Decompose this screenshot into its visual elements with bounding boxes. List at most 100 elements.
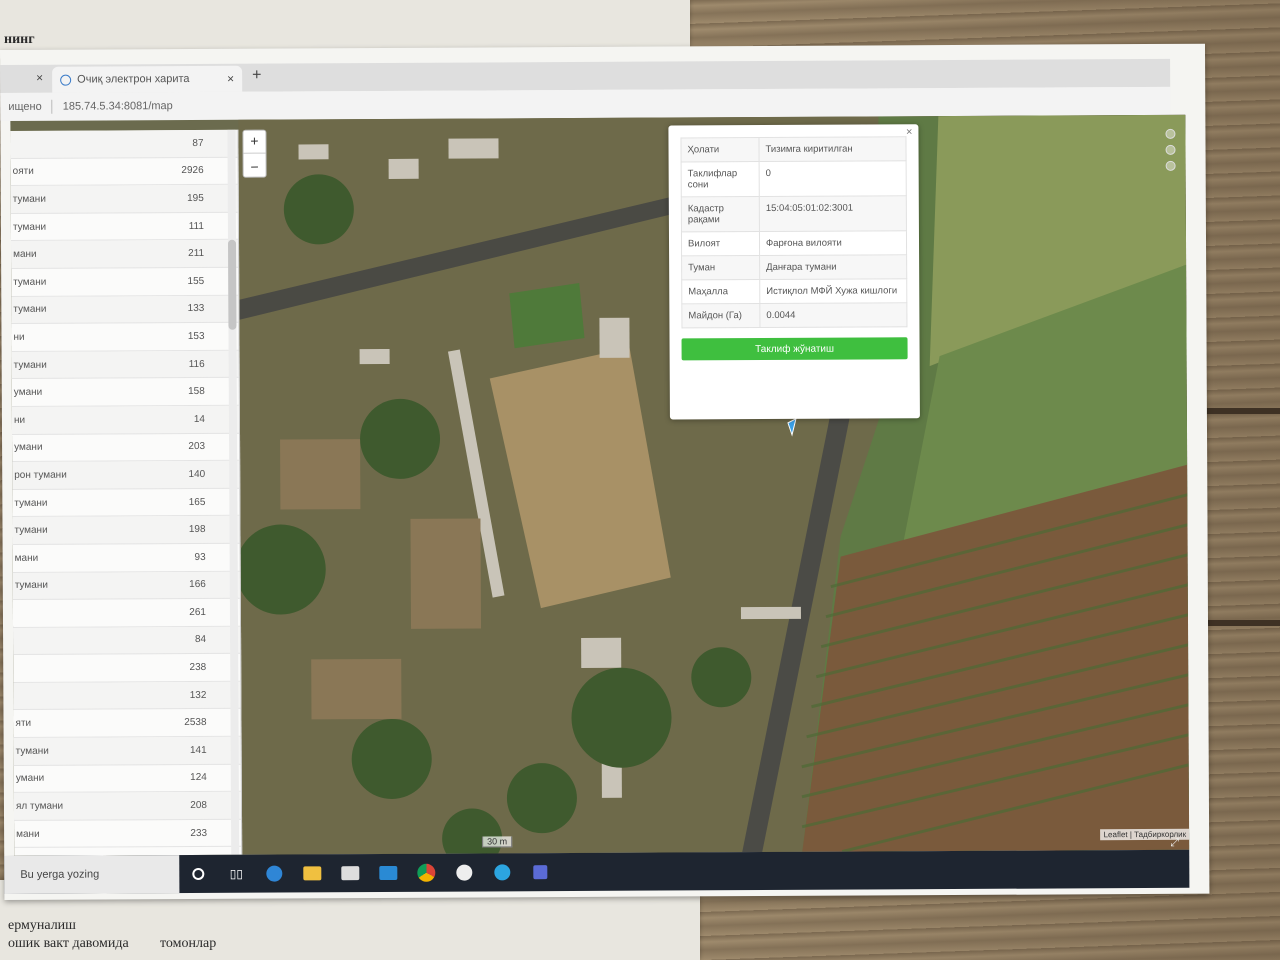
district-name: умани (14, 442, 43, 454)
district-row[interactable]: яти 2538 (13, 709, 241, 739)
district-row[interactable]: тумани 195 (10, 184, 238, 214)
district-row[interactable]: ояти 2926 (10, 157, 238, 187)
district-row[interactable]: тумани 116 (11, 350, 239, 380)
tab-map[interactable]: Очиқ электрон харита × (52, 65, 243, 93)
cortana-icon[interactable] (179, 855, 217, 893)
district-row[interactable]: мани 211 (11, 240, 239, 269)
district-row[interactable]: тумани 141 (13, 736, 241, 766)
district-count: 198 (188, 524, 206, 536)
district-row[interactable]: тумани 198 (12, 516, 240, 545)
file-explorer-icon[interactable] (293, 854, 331, 892)
map-layer-controls[interactable] (1165, 128, 1179, 171)
district-row[interactable]: рон тумани 140 (12, 460, 240, 490)
parcel-info-key: Ҳолати (680, 137, 760, 162)
url-text[interactable]: 185.74.5.34:8081/map (63, 100, 173, 113)
district-row[interactable]: ни 14 (11, 405, 240, 435)
district-row[interactable]: тумани 165 (12, 488, 240, 518)
district-row[interactable]: тумани 133 (11, 295, 239, 325)
parcel-info-row: Вилоят Фарғона вилояти (681, 230, 907, 256)
district-row[interactable]: тумани 111 (10, 212, 238, 242)
district-row[interactable]: мани 93 (12, 543, 240, 573)
parcel-info-key: Туман (681, 255, 760, 280)
tab-title: Очиқ электрон харита (77, 73, 190, 86)
scrollbar-thumb[interactable] (227, 239, 237, 330)
taskbar-search-input[interactable]: Bu yerga yozing (4, 855, 180, 894)
save-icon[interactable] (521, 853, 559, 891)
fullscreen-icon[interactable]: ⤢ (1170, 837, 1179, 850)
telegram-icon[interactable] (483, 853, 521, 891)
paper-text: ермуналиш (8, 918, 76, 933)
parcel-info-value: Фарғона вилояти (759, 230, 907, 256)
new-tab-button[interactable]: + (252, 67, 261, 85)
radio-icon[interactable] (1165, 144, 1176, 155)
edge-icon[interactable] (255, 854, 293, 892)
zoom-in-button[interactable]: + (243, 133, 265, 149)
district-row[interactable]: 238 (13, 654, 241, 683)
parcel-info-value: Данғара тумани (759, 254, 907, 280)
parcel-info-row: Ҳолати Тизимга киритилган (680, 136, 907, 162)
globe-icon (60, 74, 72, 86)
district-count: 124 (190, 772, 207, 784)
district-name: ояти (12, 166, 34, 178)
zoom-out-button[interactable]: − (244, 158, 266, 174)
district-count: 261 (189, 606, 206, 618)
parcel-info-value: 0.0044 (759, 302, 907, 328)
district-count: 155 (187, 275, 205, 287)
district-row[interactable]: тумани 166 (12, 571, 240, 601)
parcel-info-row: Таклифлар сони 0 (681, 160, 907, 197)
mail-icon[interactable] (369, 854, 407, 892)
map-scale: 30 m (482, 836, 513, 848)
printed-screenshot: × Очиқ электрон харита × + ищено 185.74.… (0, 43, 1210, 900)
parcel-info-value: Истиқлол МФЙ Хужа кишлоги (759, 278, 907, 304)
parcel-info-row: Маҳалла Истиқлол МФЙ Хужа кишлоги (681, 278, 907, 304)
radio-icon[interactable] (1165, 128, 1176, 139)
chrome-icon[interactable] (407, 854, 445, 892)
close-icon[interactable]: × (906, 126, 913, 138)
parcel-info-row: Туман Данғара тумани (681, 254, 907, 280)
district-name: тумани (12, 193, 46, 205)
parcel-info-key: Таклифлар сони (681, 161, 760, 197)
parcel-info-key: Маҳалла (681, 279, 760, 304)
district-count: 93 (194, 551, 206, 563)
district-row[interactable]: тумани 155 (11, 267, 239, 297)
send-proposal-button[interactable]: Таклиф жўнатиш (681, 337, 908, 361)
divider (51, 99, 53, 114)
district-row[interactable]: умани 158 (11, 378, 239, 407)
district-row[interactable]: 132 (13, 681, 241, 711)
app-icon[interactable] (445, 853, 483, 891)
prev-tab-close-icon[interactable]: × (36, 71, 43, 85)
district-count: 165 (188, 496, 206, 508)
parcel-info-value: 0 (759, 160, 907, 197)
district-name: мани (14, 552, 39, 564)
district-name: умани (15, 773, 45, 785)
district-name: тумани (14, 524, 48, 537)
district-name: тумани (13, 304, 47, 316)
district-name: тумани (14, 497, 48, 509)
district-count: 203 (188, 441, 206, 453)
district-row[interactable]: 84 (13, 626, 241, 656)
close-icon[interactable]: × (227, 72, 234, 86)
parcel-info-table: Ҳолати Тизимга киритилган Таклифлар сони 0 К… (680, 136, 907, 328)
district-row[interactable]: 261 (12, 598, 241, 628)
parcel-info-key: Кадастр рақами (681, 196, 760, 232)
district-count: 84 (194, 634, 207, 646)
district-count: 116 (188, 358, 205, 370)
district-count: 153 (187, 330, 205, 342)
district-row[interactable]: ни 153 (11, 322, 239, 352)
district-count: 2926 (181, 165, 204, 177)
district-name: умани (13, 386, 43, 399)
district-row[interactable]: умани 203 (12, 433, 240, 463)
district-count: 140 (188, 468, 206, 480)
parcel-info-row: Кадастр рақами 15:04:05:01:02:3001 (681, 195, 907, 232)
task-view-icon[interactable]: ▯▯ (217, 855, 255, 893)
district-row[interactable]: ял тумани 208 (13, 791, 242, 821)
store-icon[interactable] (331, 854, 369, 892)
paper-text: томонлар (160, 936, 217, 951)
district-row[interactable]: умани 124 (13, 764, 241, 794)
district-row[interactable]: мани 233 (14, 819, 242, 849)
radio-icon[interactable] (1165, 160, 1176, 171)
parcel-info-key: Вилоят (681, 231, 760, 256)
district-row[interactable]: 87 (10, 129, 238, 159)
district-name: ни (13, 331, 25, 343)
district-name: ни (13, 414, 26, 426)
